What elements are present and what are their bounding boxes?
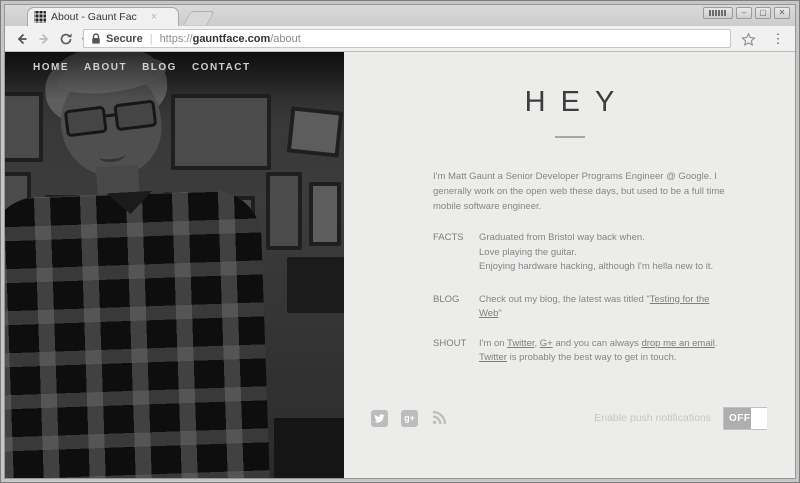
facts-label: FACTS [433, 231, 479, 275]
shout-label: SHOUT [433, 337, 479, 366]
site-nav: HOME ABOUT BLOG CONTACT [33, 62, 251, 73]
url-scheme: https:// [160, 33, 193, 45]
push-notifications-toggle[interactable]: OFF [723, 407, 767, 430]
blog-body: Check out my blog, the latest was titled… [479, 293, 709, 322]
close-button[interactable]: ✕ [774, 7, 790, 19]
hero-photo: HOME ABOUT BLOG CONTACT [5, 52, 344, 478]
nav-item-about[interactable]: ABOUT [84, 62, 127, 73]
blog-line: Web" [479, 307, 709, 322]
blog-line: Check out my blog, the latest was titled… [479, 293, 709, 308]
blog-section: BLOG Check out my blog, the latest was t… [433, 293, 795, 322]
shout-section: SHOUT I'm on Twitter, G+ and you can alw… [433, 337, 795, 366]
page-title: HEY [344, 86, 795, 119]
intro-line: mobile software engineer. [433, 199, 795, 214]
browser-toolbar: Secure | https://gauntface.com/about ⋮ [5, 26, 795, 52]
photo-dark-overlay [5, 52, 344, 478]
nav-item-blog[interactable]: BLOG [142, 62, 177, 73]
shout-text: and you can always [553, 338, 642, 349]
google-plus-icon[interactable]: g+ [401, 410, 418, 427]
intro-paragraph: I'm Matt Gaunt a Senior Developer Progra… [433, 169, 795, 214]
blog-post-link[interactable]: Web [479, 308, 498, 319]
blog-label: BLOG [433, 293, 479, 322]
shout-body: I'm on Twitter, G+ and you can always dr… [479, 337, 718, 366]
facts-body: Graduated from Bristol way back when. Lo… [479, 231, 713, 275]
shout-line: Twitter is probably the best way to get … [479, 351, 718, 366]
site-favicon-icon [34, 11, 46, 23]
blog-text: Check out my blog, the latest was titled… [479, 294, 650, 305]
shout-text: . [715, 338, 718, 349]
shout-line: I'm on Twitter, G+ and you can always dr… [479, 337, 718, 352]
refresh-button[interactable] [55, 28, 77, 50]
forward-button[interactable] [33, 28, 55, 50]
url-divider: | [150, 33, 153, 45]
browser-inner: About - Gaunt Fac × – ▢ ✕ [4, 4, 796, 479]
rss-icon[interactable] [431, 410, 447, 426]
email-link[interactable]: drop me an email [641, 338, 714, 349]
new-tab-button[interactable] [183, 11, 214, 25]
about-main: HEY I'm Matt Gaunt a Senior Developer Pr… [344, 52, 795, 478]
tab-strip: About - Gaunt Fac × – ▢ ✕ [5, 5, 795, 26]
fact-line: Enjoying hardware hacking, although I'm … [479, 260, 713, 275]
bookmark-star-icon[interactable] [739, 30, 757, 48]
social-icons: g+ [371, 410, 447, 427]
window-controls: – ▢ ✕ [703, 7, 790, 19]
url-domain: gauntface.com [193, 33, 271, 45]
wm-badge-ink [709, 10, 727, 16]
browser-tab[interactable]: About - Gaunt Fac × [27, 7, 179, 26]
secure-label: Secure [106, 33, 143, 45]
nav-item-home[interactable]: HOME [33, 62, 69, 73]
fact-line: Graduated from Bristol way back when. [479, 231, 713, 246]
blog-text: " [498, 308, 501, 319]
tab-title: About - Gaunt Fac [51, 11, 149, 23]
twitter-icon[interactable] [371, 410, 388, 427]
toggle-state-label: OFF [724, 413, 751, 424]
maximize-button[interactable]: ▢ [755, 7, 771, 19]
lock-icon [91, 33, 101, 45]
back-button[interactable] [11, 28, 33, 50]
shout-text: is probably the best way to get in touch… [507, 352, 677, 363]
shout-text: I'm on [479, 338, 507, 349]
fact-line: Love playing the guitar. [479, 246, 713, 261]
toggle-knob[interactable] [751, 408, 767, 429]
title-divider [555, 136, 585, 138]
twitter-link[interactable]: Twitter [479, 352, 507, 363]
intro-line: generally work on the open web these day… [433, 184, 795, 199]
page-content: HOME ABOUT BLOG CONTACT HEY I'm Matt Gau… [5, 52, 795, 478]
blog-post-link[interactable]: Testing for the [650, 294, 710, 305]
gplus-link[interactable]: G+ [540, 338, 553, 349]
page-footer: g+ Enable push notifications OFF [344, 406, 795, 430]
browser-window: About - Gaunt Fac × – ▢ ✕ [0, 0, 800, 483]
tab-title-fade [146, 9, 164, 25]
browser-menu-icon[interactable]: ⋮ [769, 29, 787, 49]
wm-badge [703, 7, 733, 19]
push-notifications-label: Enable push notifications [594, 412, 711, 424]
minimize-button[interactable]: – [736, 7, 752, 19]
url-text: https://gauntface.com/about [160, 33, 301, 45]
intro-line: I'm Matt Gaunt a Senior Developer Progra… [433, 169, 795, 184]
google-plus-glyph: g+ [404, 414, 415, 423]
facts-section: FACTS Graduated from Bristol way back wh… [433, 231, 795, 275]
photo-top-shade [5, 52, 344, 100]
nav-item-contact[interactable]: CONTACT [192, 62, 251, 73]
url-path: /about [270, 33, 301, 45]
twitter-link[interactable]: Twitter [507, 338, 534, 349]
push-notifications-group: Enable push notifications OFF [594, 407, 767, 430]
address-bar[interactable]: Secure | https://gauntface.com/about [83, 29, 731, 48]
